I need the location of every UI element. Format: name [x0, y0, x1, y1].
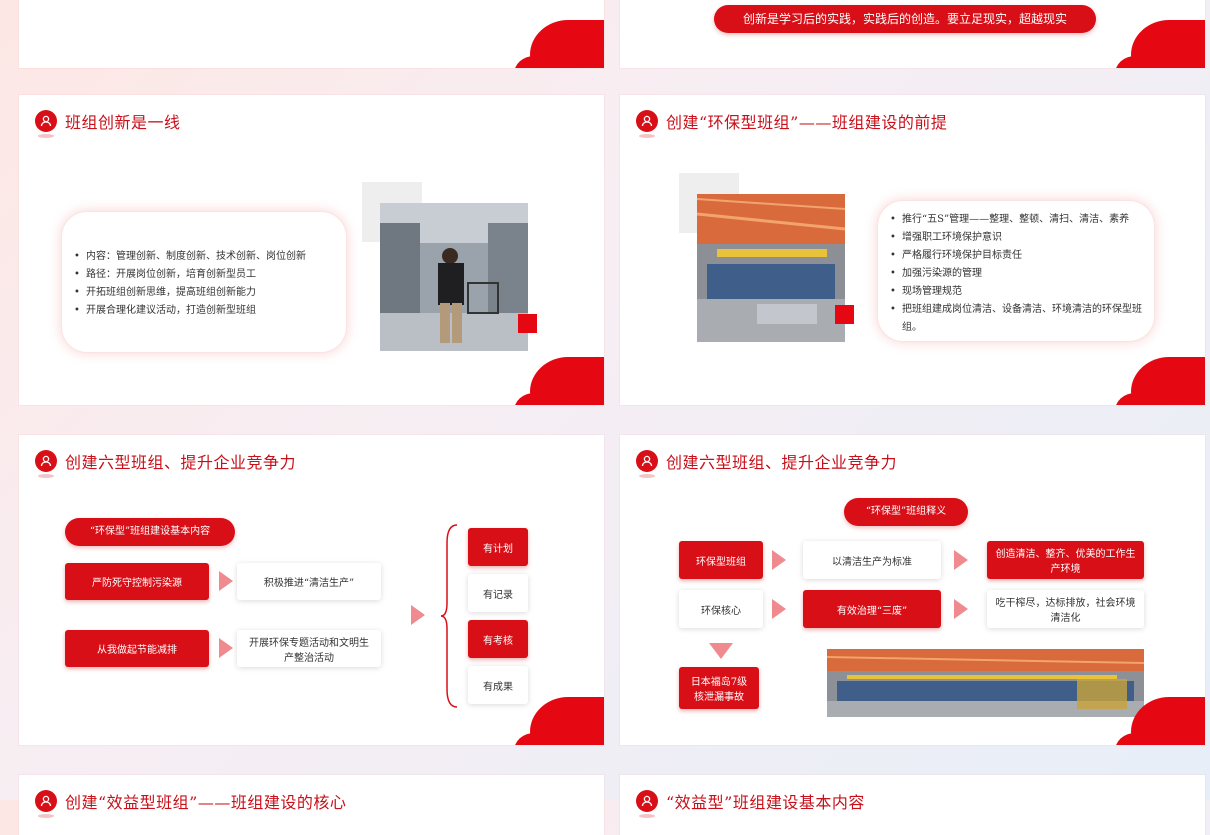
content-card: 内容：管理创新、制度创新、技术创新、岗位创新 路径：开展岗位创新，培育创新型员工… — [61, 211, 347, 353]
item-box: 环保型班组 — [679, 541, 763, 579]
item-box: 从我做起节能减排 — [65, 630, 209, 667]
item-box: 严防死守控制污染源 — [65, 563, 209, 600]
user-group-icon — [35, 110, 57, 138]
list-item: 有计划 — [468, 528, 528, 566]
decor-square — [518, 314, 537, 333]
list-item: 有考核 — [468, 620, 528, 658]
list-item: 把班组建成岗位清洁、设备清洁、环境清洁的环保型班组。 — [888, 301, 1144, 337]
arrow-right-icon — [954, 550, 968, 570]
factory-photo — [697, 194, 845, 342]
list-item: 加强污染源的管理 — [888, 265, 1144, 283]
content-card: 推行“五S”管理——整理、整顿、清扫、清洁、素养 增强职工环境保护意识 严格履行… — [877, 200, 1155, 342]
brace-icon — [440, 524, 458, 708]
slide-title: 创建“环保型班组”——班组建设的前提 — [666, 113, 948, 132]
slide-header: “效益型”班组建设基本内容 — [636, 789, 865, 818]
slide-title: 创建六型班组、提升企业竞争力 — [666, 453, 898, 472]
slide-title: 班组创新是一线 — [65, 113, 181, 132]
quote-pill: 创新是学习后的实践，实践后的创造。要立足现实，超越现实 — [714, 5, 1096, 33]
item-box: 以清洁生产为标准 — [803, 541, 941, 579]
user-group-icon — [35, 790, 57, 818]
section-pill: “环保型”班组释义 — [844, 498, 968, 526]
slide-4[interactable]: 创建“环保型班组”——班组建设的前提 推行“五S”管理——整理、整顿、清扫、清洁… — [620, 95, 1205, 405]
list-item: 有成果 — [468, 666, 528, 704]
slide-title: 创建六型班组、提升企业竞争力 — [65, 453, 297, 472]
list-item: 推行“五S”管理——整理、整顿、清扫、清洁、素养 — [888, 211, 1144, 229]
user-group-icon — [35, 450, 57, 478]
slide-7[interactable]: 创建“效益型班组”——班组建设的核心 — [19, 775, 604, 835]
slide-6[interactable]: 创建六型班组、提升企业竞争力 “环保型”班组释义 环保型班组 以清洁生产为标准 … — [620, 435, 1205, 745]
note-box: 日本福岛7级核泄漏事故 — [679, 667, 759, 709]
warehouse-photo — [380, 203, 528, 351]
user-group-icon — [636, 450, 658, 478]
slide-title: 创建“效益型班组”——班组建设的核心 — [65, 793, 347, 812]
list-item: 有记录 — [468, 574, 528, 612]
slide-8[interactable]: “效益型”班组建设基本内容 — [620, 775, 1205, 835]
slide-title: “效益型”班组建设基本内容 — [666, 793, 865, 812]
user-group-icon — [636, 790, 658, 818]
item-box: 创造清洁、整齐、优美的工作生产环境 — [987, 541, 1144, 579]
item-box: 有效治理“三废” — [803, 590, 941, 628]
decor-square — [835, 305, 854, 324]
arrow-down-icon — [709, 643, 733, 659]
item-box: 环保核心 — [679, 590, 763, 628]
section-pill: “环保型”班组建设基本内容 — [65, 518, 235, 546]
list-item: 路径：开展岗位创新，培育创新型员工 — [72, 266, 306, 284]
item-box: 开展环保专题活动和文明生产整治活动 — [237, 630, 381, 667]
list-item: 开拓班组创新思维，提高班组创新能力 — [72, 284, 306, 302]
list-item: 增强职工环境保护意识 — [888, 229, 1144, 247]
slide-header: 创建六型班组、提升企业竞争力 — [35, 449, 297, 478]
list-item: 严格履行环境保护目标责任 — [888, 247, 1144, 265]
arrow-right-icon — [219, 638, 233, 658]
arrow-right-icon — [219, 571, 233, 591]
list-item: 现场管理规范 — [888, 283, 1144, 301]
bullet-list: 内容：管理创新、制度创新、技术创新、岗位创新 路径：开展岗位创新，培育创新型员工… — [72, 248, 306, 320]
list-item: 内容：管理创新、制度创新、技术创新、岗位创新 — [72, 248, 306, 266]
slide-header: 班组创新是一线 — [35, 109, 181, 138]
slide-header: 创建六型班组、提升企业竞争力 — [636, 449, 898, 478]
bullet-list: 推行“五S”管理——整理、整顿、清扫、清洁、素养 增强职工环境保护意识 严格履行… — [888, 211, 1144, 337]
slide-header: 创建“环保型班组”——班组建设的前提 — [636, 109, 948, 138]
item-box: 积极推进“清洁生产” — [237, 563, 381, 600]
arrow-right-icon — [411, 605, 425, 625]
item-box: 吃干榨尽，达标排放，社会环境清洁化 — [987, 590, 1144, 628]
arrow-right-icon — [772, 550, 786, 570]
factory-photo — [827, 649, 1144, 717]
arrow-right-icon — [772, 599, 786, 619]
arrow-right-icon — [954, 599, 968, 619]
slide-3[interactable]: 班组创新是一线 内容：管理创新、制度创新、技术创新、岗位创新 路径：开展岗位创新… — [19, 95, 604, 405]
slide-1[interactable] — [19, 0, 604, 68]
slide-header: 创建“效益型班组”——班组建设的核心 — [35, 789, 347, 818]
user-group-icon — [636, 110, 658, 138]
slide-2[interactable]: 创新是学习后的实践，实践后的创造。要立足现实，超越现实 — [620, 0, 1205, 68]
slide-5[interactable]: 创建六型班组、提升企业竞争力 “环保型”班组建设基本内容 严防死守控制污染源 积… — [19, 435, 604, 745]
list-item: 开展合理化建议活动，打造创新型班组 — [72, 302, 306, 320]
